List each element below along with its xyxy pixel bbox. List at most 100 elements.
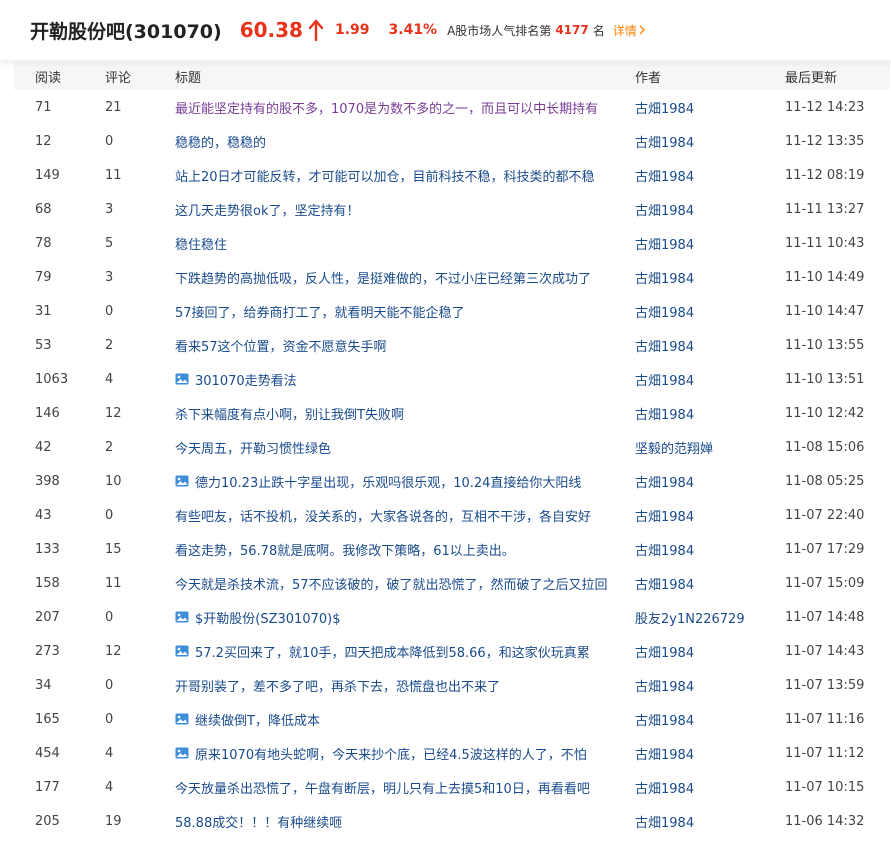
col-author: 作者 [635, 70, 662, 86]
author-link[interactable]: 古畑1984 [635, 710, 785, 729]
post-title-link[interactable]: 57.2买回来了，就10手，四天把成本降低到58.66，和这家伙玩真累 [195, 642, 590, 661]
table-row: 273 12 57.2买回来了，就10手，四天把成本降低到58.66，和这家伙玩真累… [14, 634, 890, 668]
author-link[interactable]: 古畑1984 [635, 268, 785, 287]
author-link[interactable]: 古畑1984 [635, 642, 785, 661]
comment-count: 12 [105, 643, 122, 659]
post-title-link[interactable]: 看这走势，56.78就是底啊。我修改下策略，61以上卖出。 [175, 540, 515, 559]
table-row: 454 4 原来1070有地头蛇啊，今天来抄个底，已经4.5波这样的人了，不怕 古畑1… [14, 736, 890, 770]
post-title-cell: 德力10.23止跌十字星出现，乐观吗很乐观，10.24直接给你大阳线 [175, 472, 635, 491]
post-title-link[interactable]: 原来1070有地头蛇啊，今天来抄个底，已经4.5波这样的人了，不怕 [195, 744, 587, 763]
table-row: 43 0 有些吧友，话不投机，没关系的，大家各说各的，互相不干涉，各自安好 古畑198… [14, 498, 890, 532]
update-time: 11-07 10:15 [785, 779, 865, 795]
read-count: 34 [35, 677, 52, 693]
update-time: 11-08 15:06 [785, 439, 865, 455]
author-link[interactable]: 古畑1984 [635, 200, 785, 219]
read-count: 146 [35, 405, 60, 421]
table-row: 149 11 站上20日才可能反转，才可能可以加仓，目前科技不稳，科技类的都不稳 古畑… [14, 158, 890, 192]
update-time: 11-07 17:29 [785, 541, 865, 557]
comment-count: 21 [105, 99, 122, 115]
read-count: 454 [35, 745, 60, 761]
post-title-cell: 稳稳的，稳稳的 [175, 132, 635, 151]
read-count: 78 [35, 235, 52, 251]
update-time: 11-10 14:47 [785, 303, 865, 319]
post-title-link[interactable]: 有些吧友，话不投机，没关系的，大家各说各的，互相不干涉，各自安好 [175, 506, 591, 525]
comment-count: 19 [105, 813, 122, 829]
comment-count: 3 [105, 201, 114, 217]
image-icon [175, 373, 189, 385]
rank-suffix: 名 [592, 23, 605, 38]
author-link[interactable]: 古畑1984 [635, 404, 785, 423]
col-title: 标题 [175, 70, 202, 86]
author-link[interactable]: 古畑1984 [635, 166, 785, 185]
image-icon [175, 645, 189, 657]
post-list-table: 阅读 评论 标题 作者 最后更新 71 21 最近能坚定持有的股不多，1070是为数… [14, 62, 890, 838]
author-link[interactable]: 古畑1984 [635, 744, 785, 763]
post-title-link[interactable]: 今天放量杀出恐慌了，午盘有断层，明儿只有上去摸5和10日，再看看吧 [175, 778, 590, 797]
post-title-link[interactable]: 开哥别装了，差不多了吧，再杀下去，恐慌盘也出不来了 [175, 676, 500, 695]
read-count: 71 [35, 99, 52, 115]
post-title-cell: 下跌趋势的高抛低吸，反人性，是挺难做的，不过小庄已经第三次成功了 [175, 268, 635, 287]
post-title-cell: 有些吧友，话不投机，没关系的，大家各说各的，互相不干涉，各自安好 [175, 506, 635, 525]
update-time: 11-12 13:35 [785, 133, 865, 149]
price-change-percent: 3.41% [388, 22, 438, 38]
author-link[interactable]: 古畑1984 [635, 778, 785, 797]
chevron-right-icon [639, 25, 645, 35]
post-title-link[interactable]: 继续做倒T，降低成本 [195, 710, 320, 729]
author-link[interactable]: 古畑1984 [635, 370, 785, 389]
detail-label: 详情 [612, 23, 637, 38]
table-row: 205 19 58.88成交！！！有种继续咂 古畑1984 11-06 14:32 [14, 804, 890, 838]
author-link[interactable]: 古畑1984 [635, 336, 785, 355]
post-title-link[interactable]: 301070走势看法 [195, 370, 297, 389]
author-link[interactable]: 古畑1984 [635, 540, 785, 559]
table-row: 165 0 继续做倒T，降低成本 古畑1984 11-07 11:16 [14, 702, 890, 736]
image-icon [175, 611, 189, 623]
author-link[interactable]: 古畑1984 [635, 302, 785, 321]
post-title-link[interactable]: 下跌趋势的高抛低吸，反人性，是挺难做的，不过小庄已经第三次成功了 [175, 268, 591, 287]
post-title-link[interactable]: 站上20日才可能反转，才可能可以加仓，目前科技不稳，科技类的都不稳 [175, 166, 595, 185]
col-comment: 评论 [105, 70, 132, 86]
author-link[interactable]: 古畑1984 [635, 234, 785, 253]
author-link[interactable]: 古畑1984 [635, 574, 785, 593]
detail-link[interactable]: 详情 [613, 22, 645, 39]
post-title-link[interactable]: 看来57这个位置，资金不愿意失手啊 [175, 336, 387, 355]
comment-count: 10 [105, 473, 122, 489]
post-title-link[interactable]: 最近能坚定持有的股不多，1070是为数不多的之一，而且可以中长期持有 [175, 98, 598, 117]
post-title-link[interactable]: $开勒股份(SZ301070)$ [195, 608, 340, 627]
post-title-link[interactable]: 今天周五，开勒习惯性绿色 [175, 438, 331, 457]
read-count: 273 [35, 643, 60, 659]
post-title-link[interactable]: 杀下来幅度有点小啊，别让我倒T失败啊 [175, 404, 404, 423]
comment-count: 11 [105, 575, 122, 591]
post-title-link[interactable]: 这几天走势很ok了，坚定持有！ [175, 200, 359, 219]
table-row: 177 4 今天放量杀出恐慌了，午盘有断层，明儿只有上去摸5和10日，再看看吧 古畑1… [14, 770, 890, 804]
read-count: 207 [35, 609, 60, 625]
update-time: 11-10 13:55 [785, 337, 865, 353]
post-title-cell: 57.2买回来了，就10手，四天把成本降低到58.66，和这家伙玩真累 [175, 642, 635, 661]
author-link[interactable]: 古畑1984 [635, 676, 785, 695]
col-read: 阅读 [35, 70, 62, 86]
author-link[interactable]: 坚毅的范翔婵 [635, 438, 785, 457]
author-link[interactable]: 股友2y1N226729 [635, 608, 785, 627]
image-icon [175, 475, 189, 487]
comment-count: 4 [105, 779, 114, 795]
author-link[interactable]: 古畑1984 [635, 132, 785, 151]
post-title-link[interactable]: 今天就是杀技术流，57不应该破的，破了就出恐慌了，然而破了之后又拉回 [175, 574, 608, 593]
update-time: 11-07 13:59 [785, 677, 865, 693]
table-row: 78 5 稳住稳住 古畑1984 11-11 10:43 [14, 226, 890, 260]
read-count: 133 [35, 541, 60, 557]
post-title-link[interactable]: 57接回了，给券商打工了，就看明天能不能企稳了 [175, 302, 465, 321]
post-title-link[interactable]: 稳住稳住 [175, 234, 227, 253]
comment-count: 5 [105, 235, 114, 251]
read-count: 398 [35, 473, 60, 489]
author-link[interactable]: 古畑1984 [635, 506, 785, 525]
comment-count: 2 [105, 439, 114, 455]
post-title-link[interactable]: 58.88成交！！！有种继续咂 [175, 812, 342, 831]
author-link[interactable]: 古畑1984 [635, 472, 785, 491]
post-title-link[interactable]: 稳稳的，稳稳的 [175, 132, 266, 151]
author-link[interactable]: 古畑1984 [635, 98, 785, 117]
author-link[interactable]: 古畑1984 [635, 812, 785, 831]
read-count: 42 [35, 439, 52, 455]
page-title[interactable]: 开勒股份吧(301070) [30, 17, 222, 44]
post-title-cell: 开哥别装了，差不多了吧，再杀下去，恐慌盘也出不来了 [175, 676, 635, 695]
update-time: 11-12 14:23 [785, 99, 865, 115]
post-title-link[interactable]: 德力10.23止跌十字星出现，乐观吗很乐观，10.24直接给你大阳线 [195, 472, 581, 491]
